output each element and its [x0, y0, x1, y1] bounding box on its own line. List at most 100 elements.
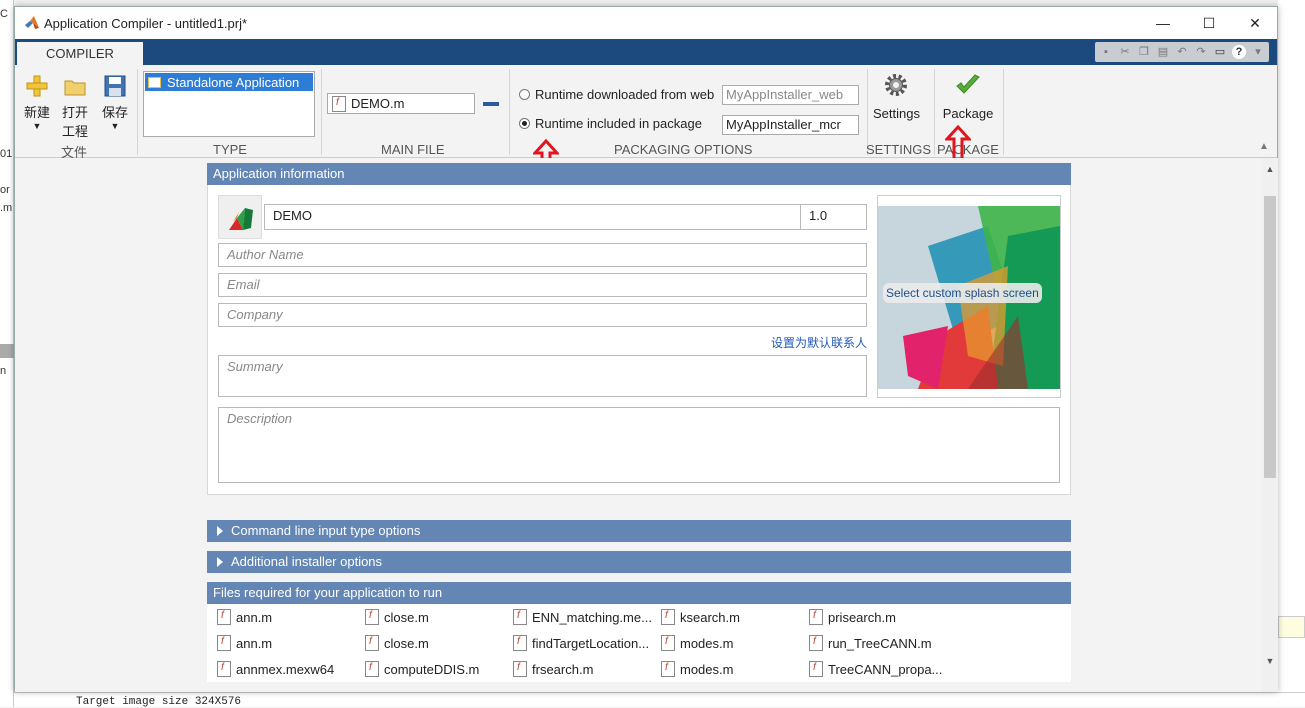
scroll-down-icon[interactable]: ▼	[1265, 656, 1275, 666]
app-icon-picker[interactable]	[218, 195, 262, 239]
save-icon[interactable]: ▪	[1099, 45, 1113, 59]
app-name-field[interactable]: DEMO	[264, 204, 801, 230]
runtime-web-option[interactable]: Runtime downloaded from web	[519, 87, 714, 102]
email-field[interactable]: Email	[218, 273, 867, 297]
new-button[interactable]: 新建 ▼	[23, 75, 51, 131]
package-button-label: Package	[942, 106, 994, 121]
chevron-down-icon[interactable]: ▾	[1251, 45, 1265, 59]
file-item[interactable]: modes.m	[661, 630, 809, 656]
file-item-label: modes.m	[680, 661, 734, 677]
additional-installer-options-panel[interactable]: Additional installer options	[207, 551, 1071, 573]
file-item[interactable]: ksearch.m	[661, 604, 809, 630]
packaging-options-section-label: PACKAGING OPTIONS	[614, 142, 753, 157]
open-project-button[interactable]: 打开 工程	[61, 75, 89, 140]
save-dropdown-icon[interactable]: ▼	[101, 121, 129, 131]
main-file-field[interactable]: DEMO.m	[327, 93, 475, 114]
type-item-label: Standalone Application	[167, 74, 300, 90]
select-splash-screen-button[interactable]: Select custom splash screen	[883, 283, 1042, 303]
file-item[interactable]: ENN_matching.me...	[513, 604, 661, 630]
vertical-scrollbar[interactable]: ▲ ▼	[1262, 158, 1278, 692]
package-button[interactable]: Package	[941, 73, 995, 121]
collapse-ribbon-icon[interactable]: ▲	[1259, 141, 1269, 152]
redo-icon[interactable]: ↷	[1194, 45, 1208, 59]
settings-button[interactable]: Settings	[873, 73, 920, 121]
remove-main-file-button[interactable]	[483, 102, 499, 106]
ribbon-tab-bar: COMPILER ▪ ✂ ❐ ▤ ↶ ↷ ▭ ? ▾	[15, 39, 1277, 65]
application-window-icon	[148, 76, 161, 88]
floppy-disk-icon	[104, 75, 126, 97]
undo-icon[interactable]: ↶	[1175, 45, 1189, 59]
folder-icon	[64, 80, 86, 96]
application-type-list[interactable]: Standalone Application	[143, 71, 315, 137]
runtime-web-radio[interactable]	[519, 89, 530, 100]
author-name-field[interactable]: Author Name	[218, 243, 867, 267]
mcr-installer-name-field[interactable]: MyAppInstaller_mcr	[722, 115, 859, 135]
m-file-icon	[217, 635, 231, 651]
m-file-icon	[365, 635, 379, 651]
additional-installer-options-header[interactable]: Additional installer options	[207, 551, 1071, 573]
file-item[interactable]: findTargetLocation...	[513, 630, 661, 656]
paste-icon[interactable]: ▤	[1156, 45, 1170, 59]
company-field[interactable]: Company	[218, 303, 867, 327]
help-icon[interactable]: ?	[1232, 45, 1246, 59]
new-dropdown-icon[interactable]: ▼	[23, 121, 51, 131]
file-item-label: ksearch.m	[680, 609, 740, 625]
command-line-options-header[interactable]: Command line input type options	[207, 520, 1071, 542]
files-required-list: ann.m close.m ENN_matching.me... ksearch.m p…	[207, 604, 1071, 682]
m-file-icon	[217, 609, 231, 625]
close-button[interactable]: ✕	[1245, 13, 1265, 33]
background-scroll-marker	[0, 344, 14, 358]
type-section-label: TYPE	[213, 142, 247, 157]
type-item-standalone[interactable]: Standalone Application	[145, 73, 313, 91]
file-item[interactable]: TreeCANN_propa...	[809, 656, 957, 682]
set-default-contact-link[interactable]: 设置为默认联系人	[771, 334, 867, 351]
file-item[interactable]: frsearch.m	[513, 656, 661, 682]
web-installer-name-field[interactable]: MyAppInstaller_web	[722, 85, 859, 105]
additional-installer-options-label: Additional installer options	[231, 554, 383, 569]
ribbon-divider	[321, 69, 322, 155]
open-label-line1: 打开	[61, 105, 88, 120]
minimize-button[interactable]: —	[1153, 13, 1173, 33]
scroll-up-icon[interactable]: ▲	[1265, 164, 1275, 174]
file-item[interactable]: prisearch.m	[809, 604, 957, 630]
runtime-included-option[interactable]: Runtime included in package	[519, 116, 702, 131]
file-item[interactable]: annmex.mexw64	[217, 656, 365, 682]
maximize-button[interactable]: ☐	[1199, 13, 1219, 33]
file-item[interactable]: ann.m	[217, 604, 365, 630]
file-item-label: modes.m	[680, 635, 734, 651]
title-bar: Application Compiler - untitled1.prj* — …	[15, 7, 1277, 39]
files-required-panel: Files required for your application to r…	[207, 582, 1071, 682]
cut-icon[interactable]: ✂	[1118, 45, 1132, 59]
background-right-strip	[1278, 0, 1305, 707]
main-file-value: DEMO.m	[351, 96, 405, 111]
description-field[interactable]: Description	[218, 407, 1060, 483]
new-button-label: 新建	[23, 105, 50, 120]
summary-field[interactable]: Summary	[218, 355, 867, 397]
file-item-label: annmex.mexw64	[236, 661, 335, 677]
copy-icon[interactable]: ❐	[1137, 45, 1151, 59]
file-item-label: findTargetLocation...	[532, 635, 650, 651]
file-item[interactable]: close.m	[365, 604, 513, 630]
command-line-options-panel[interactable]: Command line input type options	[207, 520, 1071, 542]
file-item[interactable]: run_TreeCANN.m	[809, 630, 957, 656]
m-file-icon	[365, 661, 379, 677]
m-file-icon	[513, 661, 527, 677]
ribbon-divider	[934, 69, 935, 155]
file-item[interactable]: close.m	[365, 630, 513, 656]
file-item[interactable]: ann.m	[217, 630, 365, 656]
tab-compiler[interactable]: COMPILER	[17, 42, 143, 65]
runtime-included-radio[interactable]	[519, 118, 530, 129]
scrollbar-thumb[interactable]	[1264, 196, 1276, 478]
file-item[interactable]: modes.m	[661, 656, 809, 682]
file-item[interactable]: computeDDIS.m	[365, 656, 513, 682]
version-field[interactable]: 1.0	[800, 204, 867, 230]
quick-access-toolbar: ▪ ✂ ❐ ▤ ↶ ↷ ▭ ? ▾	[1095, 42, 1269, 62]
save-button[interactable]: 保存 ▼	[101, 75, 129, 131]
expand-triangle-icon	[217, 557, 223, 567]
m-file-icon	[332, 95, 346, 112]
window-layout-icon[interactable]: ▭	[1213, 45, 1227, 59]
main-file-section-label: MAIN FILE	[381, 142, 445, 157]
file-item-label: ann.m	[236, 609, 273, 625]
splash-screen-preview[interactable]: Select custom splash screen	[877, 195, 1061, 398]
command-line-options-label: Command line input type options	[231, 523, 421, 538]
